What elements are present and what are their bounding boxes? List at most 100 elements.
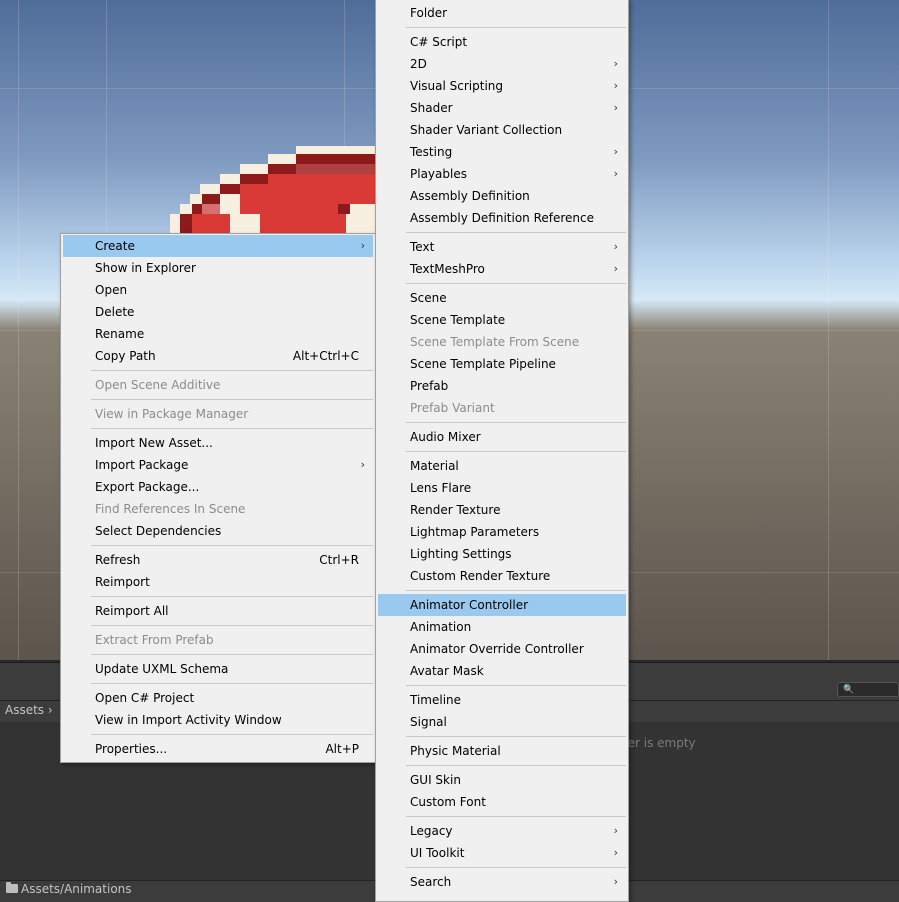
- menu-item-label: Export Package...: [95, 480, 200, 494]
- create-menu-item-audio-mixer[interactable]: Audio Mixer: [378, 426, 626, 448]
- chevron-right-icon: ›: [613, 145, 618, 158]
- create-menu-item-assembly-definition-reference[interactable]: Assembly Definition Reference: [378, 207, 626, 229]
- menu-separator: [91, 734, 373, 735]
- context-menu-item-copy-path[interactable]: Copy Path Alt+Ctrl+C: [63, 345, 373, 367]
- context-menu-item-rename[interactable]: Rename: [63, 323, 373, 345]
- context-menu-item-refresh[interactable]: Refresh Ctrl+R: [63, 549, 373, 571]
- create-menu-item-2d[interactable]: 2D ›: [378, 53, 626, 75]
- create-menu-item-gui-skin[interactable]: GUI Skin: [378, 769, 626, 791]
- create-menu-item-legacy[interactable]: Legacy ›: [378, 820, 626, 842]
- create-menu-item-visual-scripting[interactable]: Visual Scripting ›: [378, 75, 626, 97]
- create-menu-item-render-texture[interactable]: Render Texture: [378, 499, 626, 521]
- create-menu-item-lighting-settings[interactable]: Lighting Settings: [378, 543, 626, 565]
- menu-item-label: Update UXML Schema: [95, 662, 229, 676]
- menu-item-label: Lightmap Parameters: [410, 525, 540, 539]
- menu-separator: [406, 422, 626, 423]
- chevron-right-icon: ›: [613, 240, 618, 253]
- create-menu-item-scene-template-pipeline[interactable]: Scene Template Pipeline: [378, 353, 626, 375]
- create-menu-item-folder[interactable]: Folder: [378, 2, 626, 24]
- create-menu-item-animator-controller[interactable]: Animator Controller: [378, 594, 626, 616]
- create-menu-item-animator-override-controller[interactable]: Animator Override Controller: [378, 638, 626, 660]
- menu-item-label: View in Package Manager: [95, 407, 249, 421]
- create-menu-item-text[interactable]: Text ›: [378, 236, 626, 258]
- create-menu-item-lens-flare[interactable]: Lens Flare: [378, 477, 626, 499]
- menu-item-label: Assembly Definition: [410, 189, 530, 203]
- context-menu-item-find-references-in-scene: Find References In Scene: [63, 498, 373, 520]
- create-menu-item-animation[interactable]: Animation: [378, 616, 626, 638]
- menu-separator: [91, 596, 373, 597]
- menu-separator: [406, 685, 626, 686]
- menu-item-label: Scene Template From Scene: [410, 335, 580, 349]
- menu-separator: [406, 283, 626, 284]
- create-menu-item-physic-material[interactable]: Physic Material: [378, 740, 626, 762]
- create-menu-item-scene[interactable]: Scene: [378, 287, 626, 309]
- create-menu-item-custom-render-texture[interactable]: Custom Render Texture: [378, 565, 626, 587]
- context-menu-item-show-in-explorer[interactable]: Show in Explorer: [63, 257, 373, 279]
- create-menu-item-assembly-definition[interactable]: Assembly Definition: [378, 185, 626, 207]
- create-menu-item-ui-toolkit[interactable]: UI Toolkit ›: [378, 842, 626, 864]
- create-menu-item-shader[interactable]: Shader ›: [378, 97, 626, 119]
- context-menu-item-extract-from-prefab: Extract From Prefab: [63, 629, 373, 651]
- context-menu: Create › Show in Explorer Open Delete Rename C…: [60, 233, 376, 763]
- menu-item-label: TextMeshPro: [410, 262, 485, 276]
- create-menu-item-lightmap-parameters[interactable]: Lightmap Parameters: [378, 521, 626, 543]
- chevron-right-icon: ›: [613, 824, 618, 837]
- chevron-right-icon: ›: [360, 458, 365, 471]
- menu-item-label: Visual Scripting: [410, 79, 503, 93]
- context-menu-item-reimport[interactable]: Reimport: [63, 571, 373, 593]
- context-menu-item-view-in-import-activity-window[interactable]: View in Import Activity Window: [63, 709, 373, 731]
- menu-separator: [91, 370, 373, 371]
- context-menu-item-properties[interactable]: Properties... Alt+P: [63, 738, 373, 760]
- create-menu-item-custom-font[interactable]: Custom Font: [378, 791, 626, 813]
- create-menu-item-scene-template-from-scene: Scene Template From Scene: [378, 331, 626, 353]
- create-menu-item-c-script[interactable]: C# Script: [378, 31, 626, 53]
- current-path: Assets/Animations: [21, 882, 132, 896]
- menu-item-label: Lens Flare: [410, 481, 472, 495]
- menu-item-label: C# Script: [410, 35, 468, 49]
- breadcrumb-assets[interactable]: Assets ›: [5, 703, 53, 717]
- menu-item-label: Lighting Settings: [410, 547, 512, 561]
- menu-item-label: Render Texture: [410, 503, 501, 517]
- menu-item-label: Testing: [410, 145, 453, 159]
- create-menu-item-timeline[interactable]: Timeline: [378, 689, 626, 711]
- sprite-image: [170, 146, 380, 236]
- chevron-right-icon: ›: [613, 846, 618, 859]
- menu-item-label: UI Toolkit: [410, 846, 465, 860]
- menu-item-shortcut: Alt+P: [325, 742, 359, 756]
- menu-item-label: Reimport: [95, 575, 150, 589]
- context-menu-item-update-uxml-schema[interactable]: Update UXML Schema: [63, 658, 373, 680]
- create-menu-item-signal[interactable]: Signal: [378, 711, 626, 733]
- context-menu-item-reimport-all[interactable]: Reimport All: [63, 600, 373, 622]
- context-menu-item-delete[interactable]: Delete: [63, 301, 373, 323]
- menu-item-label: Import New Asset...: [95, 436, 213, 450]
- context-menu-item-export-package[interactable]: Export Package...: [63, 476, 373, 498]
- create-menu-item-search[interactable]: Search ›: [378, 871, 626, 893]
- context-menu-item-create[interactable]: Create ›: [63, 235, 373, 257]
- menu-item-label: Scene: [410, 291, 447, 305]
- chevron-right-icon: ›: [613, 262, 618, 275]
- menu-item-label: Find References In Scene: [95, 502, 246, 516]
- menu-separator: [91, 625, 373, 626]
- menu-item-label: Rename: [95, 327, 145, 341]
- menu-item-label: Material: [410, 459, 459, 473]
- menu-item-shortcut: Ctrl+R: [319, 553, 359, 567]
- create-menu-item-material[interactable]: Material: [378, 455, 626, 477]
- context-menu-item-select-dependencies[interactable]: Select Dependencies: [63, 520, 373, 542]
- menu-item-label: Open C# Project: [95, 691, 195, 705]
- create-menu-item-playables[interactable]: Playables ›: [378, 163, 626, 185]
- context-menu-item-import-package[interactable]: Import Package ›: [63, 454, 373, 476]
- menu-item-label: Text: [410, 240, 435, 254]
- create-menu-item-scene-template[interactable]: Scene Template: [378, 309, 626, 331]
- menu-item-label: Animator Controller: [410, 598, 529, 612]
- create-menu-item-prefab[interactable]: Prefab: [378, 375, 626, 397]
- create-menu-item-avatar-mask[interactable]: Avatar Mask: [378, 660, 626, 682]
- context-menu-item-open-c-project[interactable]: Open C# Project: [63, 687, 373, 709]
- create-menu-item-shader-variant-collection[interactable]: Shader Variant Collection: [378, 119, 626, 141]
- create-menu-item-testing[interactable]: Testing ›: [378, 141, 626, 163]
- create-menu-item-textmeshpro[interactable]: TextMeshPro ›: [378, 258, 626, 280]
- menu-item-label: Create: [95, 239, 135, 253]
- context-menu-item-import-new-asset[interactable]: Import New Asset...: [63, 432, 373, 454]
- context-menu-item-open[interactable]: Open: [63, 279, 373, 301]
- search-input[interactable]: 🔍: [837, 682, 899, 697]
- create-menu-item-prefab-variant: Prefab Variant: [378, 397, 626, 419]
